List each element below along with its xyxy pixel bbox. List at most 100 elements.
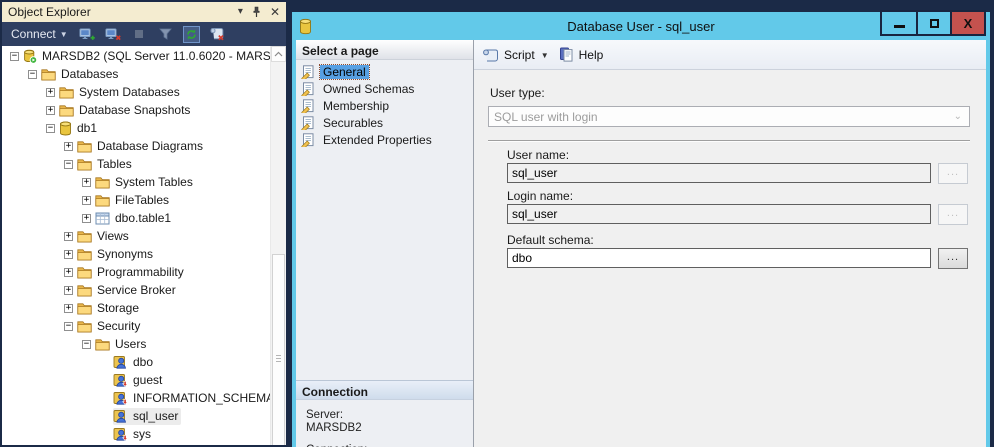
- object-explorer-title: Object Explorer: [8, 5, 91, 19]
- scroll-up-arrow-icon[interactable]: [271, 46, 286, 62]
- tree-item-label: Programmability: [96, 265, 184, 279]
- tree-item[interactable]: sys: [2, 425, 270, 443]
- tree-item-label: Databases: [60, 67, 118, 81]
- expand-icon[interactable]: [82, 196, 91, 205]
- dialog-titlebar[interactable]: Database User - sql_user X: [296, 12, 986, 40]
- collapse-icon[interactable]: [64, 322, 73, 331]
- tree-item[interactable]: FileTables: [2, 191, 270, 209]
- expand-icon[interactable]: [64, 142, 73, 151]
- help-button[interactable]: Help: [579, 48, 604, 62]
- folder-icon: [41, 68, 56, 81]
- script-button[interactable]: Script: [504, 48, 535, 62]
- add-connection-icon: [79, 28, 95, 41]
- expand-icon[interactable]: [64, 250, 73, 259]
- default-schema-browse-button[interactable]: ...: [938, 248, 968, 269]
- tree-item-label: INFORMATION_SCHEMA: [132, 391, 270, 405]
- tree-scrollbar[interactable]: [270, 46, 286, 445]
- help-book-icon: [559, 47, 574, 62]
- connect-button[interactable]: Connect ▼: [8, 25, 71, 43]
- tree-item[interactable]: Views: [2, 227, 270, 245]
- page-icon: [301, 133, 316, 147]
- disconnect-server-button[interactable]: [104, 25, 123, 44]
- tree-item[interactable]: Security: [2, 317, 270, 335]
- tree-item-label: Tables: [96, 157, 132, 171]
- collapse-icon[interactable]: [64, 160, 73, 169]
- login-name-field[interactable]: [507, 204, 931, 224]
- tree-item[interactable]: guest: [2, 371, 270, 389]
- filter-icon: [159, 28, 172, 40]
- tree-item[interactable]: System Databases: [2, 83, 270, 101]
- tree-item[interactable]: INFORMATION_SCHEMA: [2, 389, 270, 407]
- scrollbar-thumb[interactable]: [272, 254, 285, 445]
- scrollbar-grip-icon: [276, 355, 281, 364]
- tree-item[interactable]: Databases: [2, 65, 270, 83]
- user-disabled-icon: [113, 373, 128, 387]
- page-item[interactable]: Owned Schemas: [296, 80, 473, 97]
- tree-item[interactable]: dbo: [2, 353, 270, 371]
- chevron-down-icon: ⌄: [954, 111, 962, 122]
- refresh-button[interactable]: [182, 25, 201, 44]
- tree-item[interactable]: db1: [2, 119, 270, 137]
- folder-icon: [95, 176, 110, 189]
- server-icon: [23, 49, 37, 64]
- table-icon: [95, 212, 110, 225]
- collapse-icon[interactable]: [10, 52, 19, 61]
- window-position-menu-icon[interactable]: ▾: [238, 7, 243, 17]
- expand-icon[interactable]: [46, 88, 55, 97]
- filter-button[interactable]: [156, 25, 175, 44]
- close-icon[interactable]: ✕: [270, 7, 280, 17]
- tree-item-label: System Tables: [114, 175, 193, 189]
- tree-item-label: dbo: [132, 355, 153, 369]
- close-button[interactable]: X: [950, 12, 984, 34]
- folder-icon: [77, 320, 92, 333]
- tree-item[interactable]: Database Diagrams: [2, 137, 270, 155]
- tree-item[interactable]: dbo.table1: [2, 209, 270, 227]
- page-item-label: Extended Properties: [320, 133, 435, 147]
- tree-item-label: Synonyms: [96, 247, 153, 261]
- tree-item-label: System Databases: [78, 85, 180, 99]
- expand-icon[interactable]: [82, 214, 91, 223]
- page-item[interactable]: General: [296, 63, 473, 80]
- connection-header: Connection: [296, 380, 473, 400]
- folder-icon: [59, 86, 74, 99]
- expand-icon[interactable]: [82, 178, 91, 187]
- login-name-browse-button[interactable]: ...: [938, 204, 968, 225]
- page-item[interactable]: Membership: [296, 97, 473, 114]
- connect-server-button[interactable]: [78, 25, 97, 44]
- tree-item[interactable]: Synonyms: [2, 245, 270, 263]
- tree-item[interactable]: Service Broker: [2, 281, 270, 299]
- tree-item[interactable]: MARSDB2 (SQL Server 11.0.6020 - MARSD: [2, 47, 270, 65]
- expand-icon[interactable]: [64, 286, 73, 295]
- page-item[interactable]: Extended Properties: [296, 131, 473, 148]
- pin-icon[interactable]: [252, 6, 261, 18]
- tree-item[interactable]: sql_user: [2, 407, 270, 425]
- script-status-button[interactable]: [208, 25, 227, 44]
- user-type-combobox[interactable]: SQL user with login ⌄: [488, 106, 970, 127]
- login-name-label: Login name:: [507, 189, 573, 203]
- expand-icon[interactable]: [64, 304, 73, 313]
- folder-icon: [77, 302, 92, 315]
- expand-icon[interactable]: [64, 268, 73, 277]
- tree-item-label: Views: [96, 229, 129, 243]
- tree-item[interactable]: Tables: [2, 155, 270, 173]
- tree-item[interactable]: Storage: [2, 299, 270, 317]
- page-item[interactable]: Securables: [296, 114, 473, 131]
- stop-button[interactable]: [130, 25, 149, 44]
- expand-icon[interactable]: [46, 106, 55, 115]
- maximize-button[interactable]: [916, 12, 950, 34]
- tree-item[interactable]: Database Snapshots: [2, 101, 270, 119]
- collapse-icon[interactable]: [28, 70, 37, 79]
- tree-item[interactable]: System Tables: [2, 173, 270, 191]
- collapse-icon[interactable]: [82, 340, 91, 349]
- script-error-icon: [209, 27, 225, 41]
- tree-item[interactable]: Users: [2, 335, 270, 353]
- chevron-down-icon[interactable]: ▼: [541, 51, 549, 60]
- expand-icon[interactable]: [64, 232, 73, 241]
- minimize-button[interactable]: [882, 12, 916, 34]
- user-name-browse-button[interactable]: ...: [938, 163, 968, 184]
- general-page-content: User type: SQL user with login ⌄ User na…: [474, 70, 986, 447]
- collapse-icon[interactable]: [46, 124, 55, 133]
- tree-item[interactable]: Programmability: [2, 263, 270, 281]
- default-schema-field[interactable]: [507, 248, 931, 268]
- user-name-field[interactable]: [507, 163, 931, 183]
